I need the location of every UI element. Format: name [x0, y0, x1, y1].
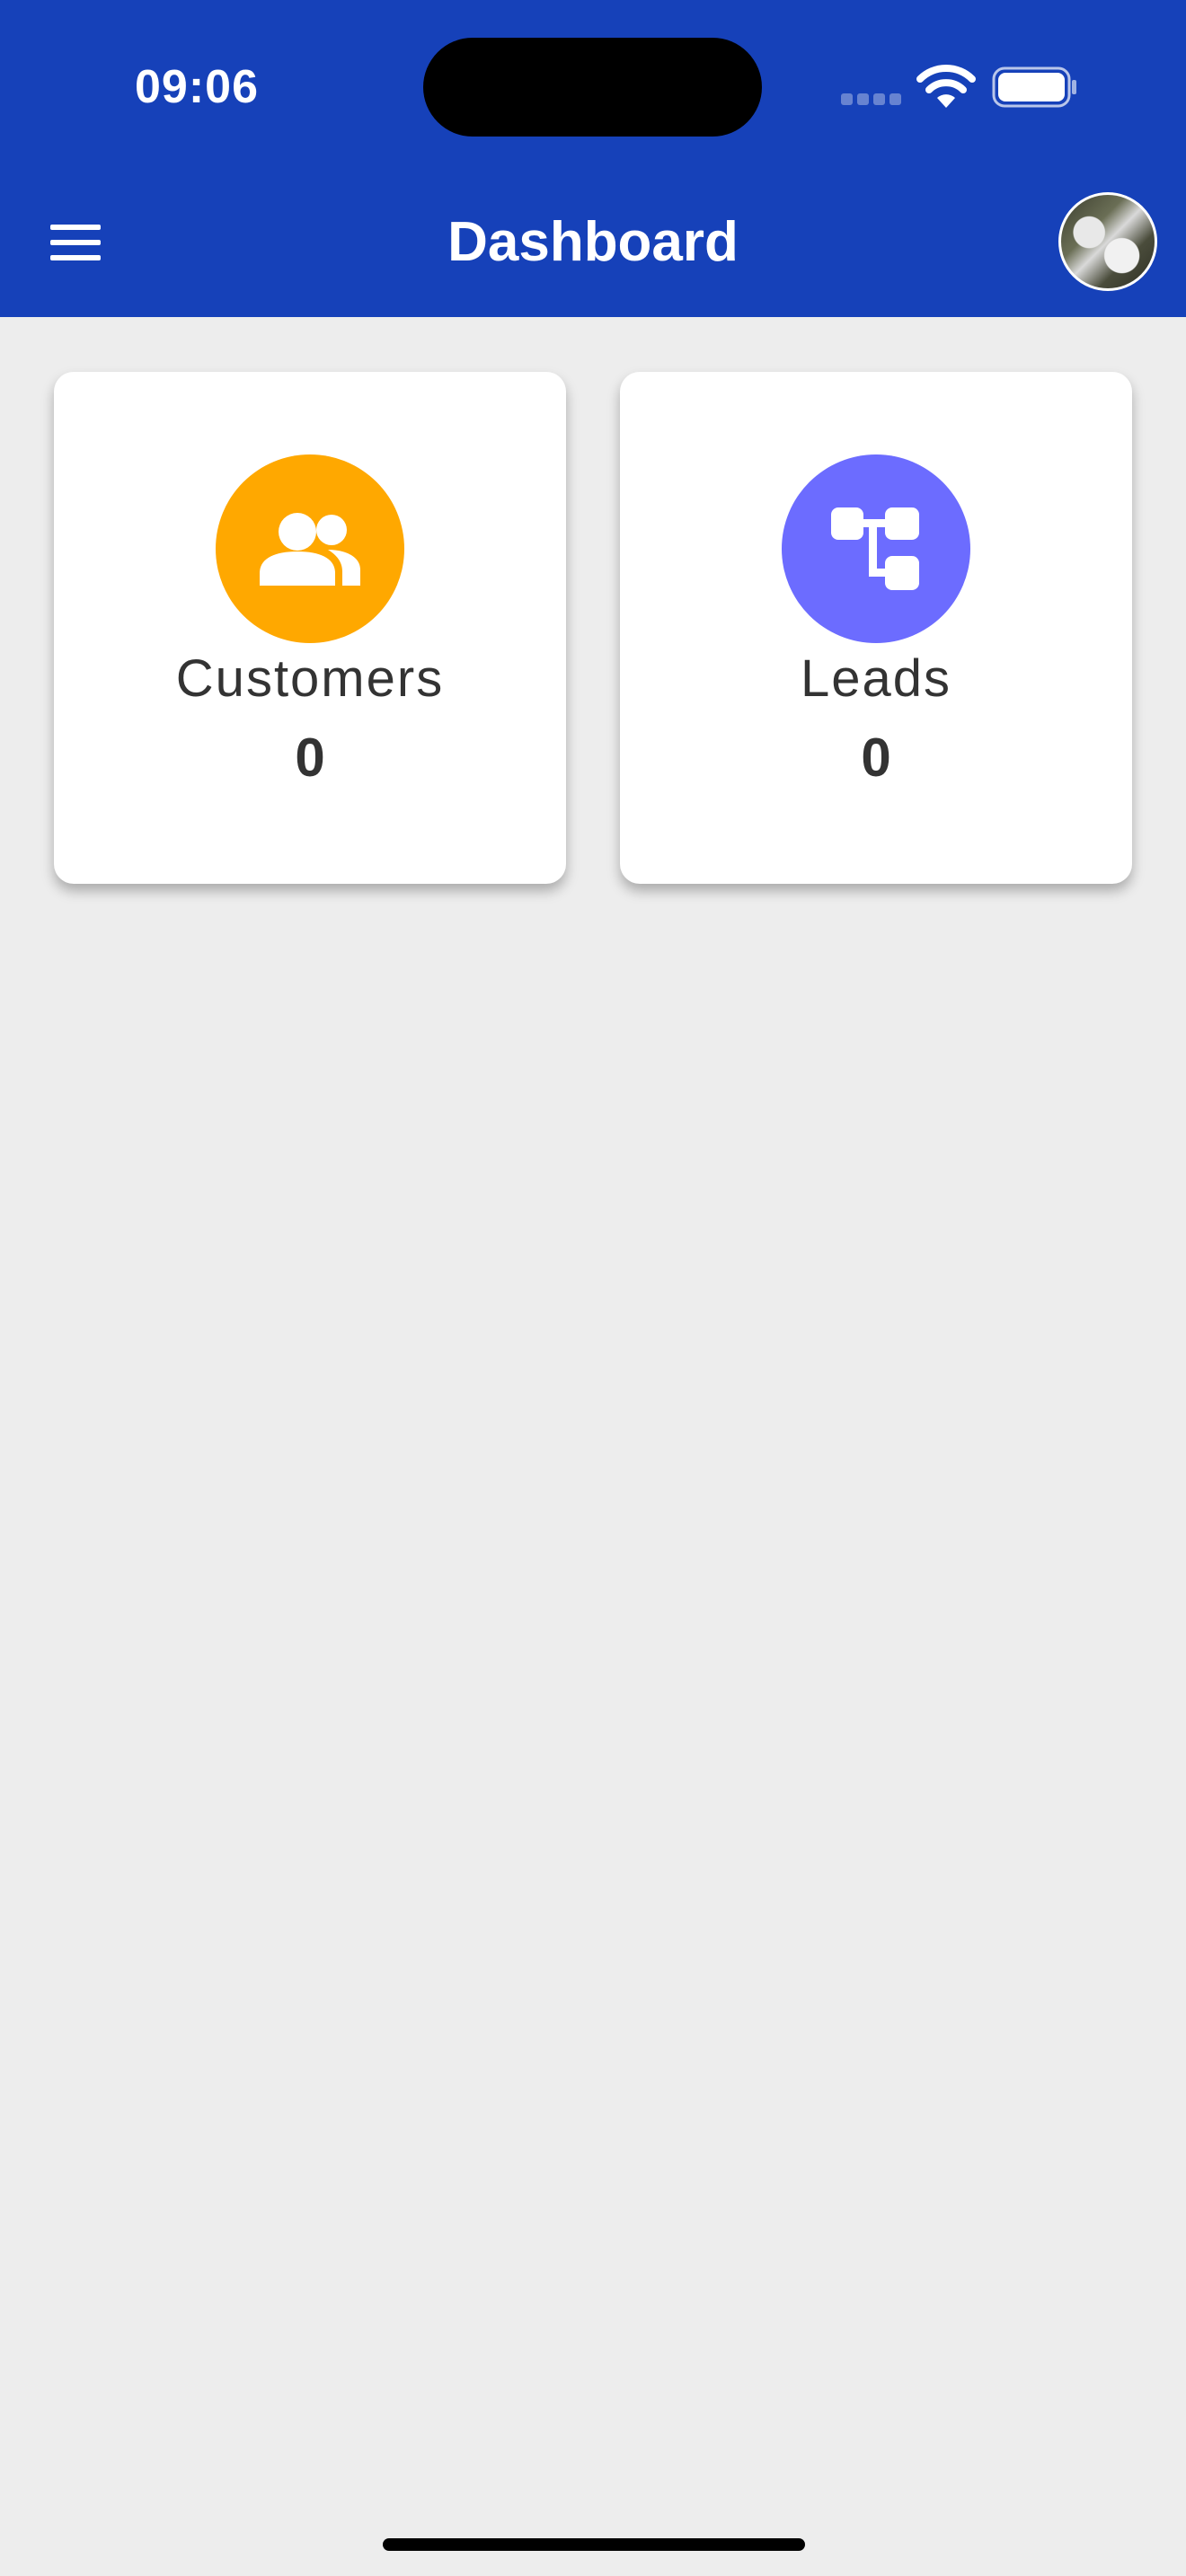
status-time: 09:06	[135, 61, 259, 113]
customers-card[interactable]: Customers 0	[54, 372, 566, 884]
app-header: 09:06 Dashboard	[0, 0, 1186, 317]
people-icon	[260, 513, 360, 586]
menu-button[interactable]	[45, 216, 106, 269]
leads-count: 0	[861, 728, 891, 788]
flow-diagram-icon	[831, 507, 919, 590]
leads-label: Leads	[800, 649, 952, 708]
user-avatar[interactable]	[1058, 192, 1157, 291]
page-title: Dashboard	[447, 211, 739, 273]
customers-count: 0	[295, 728, 325, 788]
cellular-signal-icon	[841, 93, 902, 105]
leads-icon-circle	[782, 454, 970, 643]
hamburger-menu-icon	[50, 225, 101, 230]
leads-card[interactable]: Leads 0	[620, 372, 1132, 884]
home-indicator[interactable]	[383, 2538, 805, 2551]
dynamic-island	[423, 38, 762, 137]
customers-label: Customers	[175, 649, 445, 708]
battery-icon	[992, 66, 1076, 108]
customers-icon-circle	[216, 454, 404, 643]
wifi-icon	[916, 65, 976, 108]
